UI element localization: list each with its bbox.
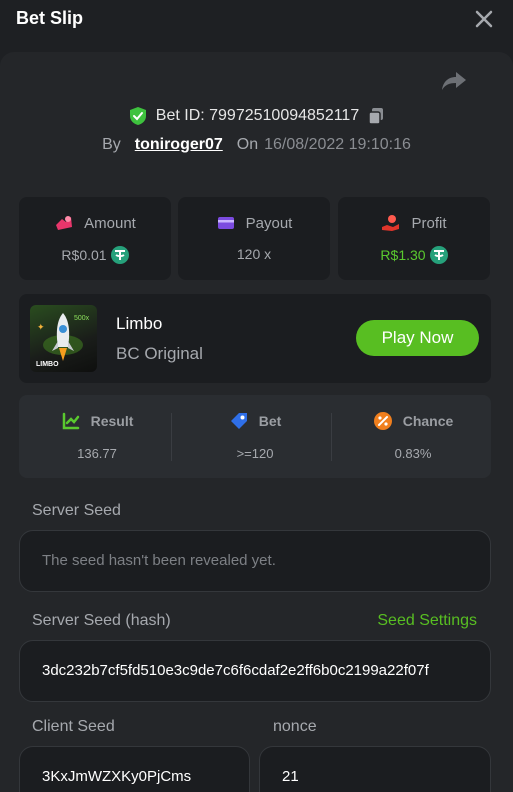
amount-icon (56, 216, 73, 230)
by-label: By (102, 136, 121, 153)
play-now-button[interactable]: Play Now (356, 320, 479, 356)
copy-icon[interactable] (367, 107, 385, 125)
profit-card: Profit R$1.30 (338, 197, 490, 280)
server-seed-field: The seed hasn't been revealed yet. (19, 530, 491, 592)
seed-settings-link[interactable]: Seed Settings (377, 612, 477, 630)
payout-label: Payout (245, 214, 293, 232)
payout-value: 120 x (236, 246, 272, 262)
nonce-label: nonce (273, 718, 317, 735)
bet-owner-row: By toniroger07 On 16/08/2022 19:10:16 (0, 134, 513, 156)
result-chart-icon (62, 412, 79, 430)
thumb-label: LIMBO (36, 361, 59, 368)
game-name: Limbo (116, 314, 163, 333)
share-icon[interactable] (441, 70, 467, 92)
tether-coin-icon (110, 246, 129, 264)
result-card: Result 136.77 Bet >=120 Chance 0.83% (19, 395, 491, 478)
server-seed-hash-field[interactable]: 3dc232b7cf5fd510e3c9de7c6f6cdaf2e2ff6b0c… (19, 640, 491, 702)
client-seed-label: Client Seed (32, 718, 115, 735)
percent-icon (373, 412, 392, 430)
profit-label: Profit (411, 214, 447, 232)
divider (331, 413, 332, 461)
payout-card: Payout 120 x (178, 197, 330, 280)
rocket-icon: 500x LIMBO ✦ (36, 313, 90, 368)
amount-card: Amount R$0.01 (19, 197, 171, 280)
bet-id-row: Bet ID: 79972510094852117 (0, 104, 513, 128)
result-column: Result 136.77 (19, 395, 175, 478)
game-card: 500x LIMBO ✦ Limbo BC Original Play Now (19, 294, 491, 383)
server-seed-label: Server Seed (32, 502, 121, 519)
result-value: 136.77 (77, 446, 117, 461)
limbo-thumbnail[interactable]: 500x LIMBO ✦ (30, 305, 97, 372)
chance-value: 0.83% (394, 446, 432, 461)
username-link[interactable]: toniroger07 (135, 136, 223, 154)
bet-value: >=120 (236, 446, 274, 461)
page-title: Bet Slip (16, 8, 84, 28)
bet-column: Bet >=120 (177, 395, 333, 478)
bet-label: Bet (258, 413, 282, 429)
bet-id-text: Bet ID: 79972510094852117 (155, 107, 360, 124)
result-label: Result (90, 413, 134, 429)
profit-value: R$1.30 (380, 247, 426, 263)
server-seed-hash-label: Server Seed (hash) (32, 612, 171, 629)
bet-slip-header: Bet Slip (0, 0, 513, 40)
profit-icon (382, 215, 400, 231)
nonce-field[interactable]: 21 (259, 746, 491, 792)
tether-coin-icon (429, 246, 448, 264)
chance-column: Chance 0.83% (335, 395, 491, 478)
client-seed-field[interactable]: 3KxJmWZXKy0PjCms (19, 746, 250, 792)
game-subtitle: BC Original (116, 344, 203, 363)
chance-label: Chance (402, 413, 454, 429)
divider (171, 413, 172, 461)
bet-tag-icon (230, 413, 247, 429)
amount-label: Amount (84, 214, 136, 232)
on-label: On (236, 136, 259, 153)
shield-check-icon (129, 107, 146, 125)
spark-icon: ✦ (37, 322, 45, 332)
thumb-multiplier: 500x (74, 315, 90, 322)
bet-date: 16/08/2022 19:10:16 (264, 136, 411, 153)
amount-value: R$0.01 (61, 247, 107, 263)
close-icon[interactable] (473, 8, 495, 30)
payout-icon (217, 217, 234, 229)
